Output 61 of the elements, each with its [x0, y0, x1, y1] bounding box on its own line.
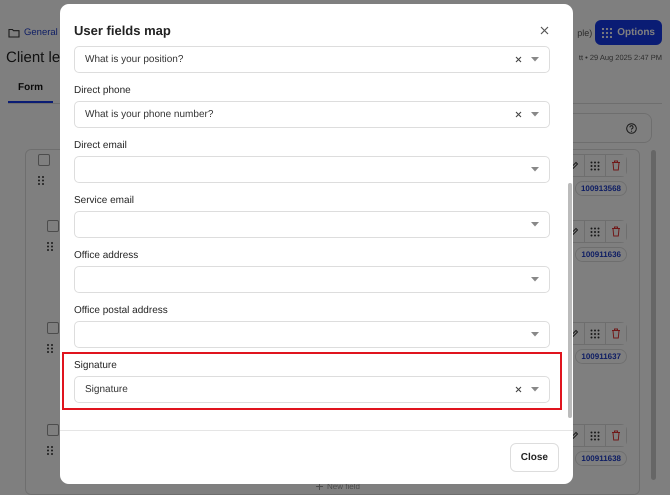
field-label: Direct email	[74, 140, 128, 151]
field-id-badge: 100913568	[574, 181, 627, 196]
select-field[interactable]	[74, 156, 550, 183]
delete-button[interactable]	[605, 425, 626, 446]
delete-button[interactable]	[605, 221, 626, 242]
select-field[interactable]	[74, 266, 550, 293]
drag-handle-icon[interactable]	[38, 176, 44, 185]
dropdown-caret-icon[interactable]	[531, 387, 539, 392]
drag-handle-icon[interactable]	[47, 344, 53, 353]
checkbox[interactable]	[38, 154, 50, 166]
dropdown-caret-icon[interactable]	[531, 57, 539, 62]
grid-icon	[590, 160, 600, 170]
close-icon[interactable]	[538, 24, 551, 36]
grid-icon	[590, 328, 600, 338]
dropdown-caret-icon[interactable]	[531, 277, 539, 282]
checkbox[interactable]	[47, 220, 59, 232]
trash-icon	[611, 430, 621, 441]
dropdown-caret-icon[interactable]	[531, 167, 539, 172]
drag-handle-icon[interactable]	[47, 242, 53, 251]
field-label: Office postal address	[74, 305, 169, 316]
dropdown-caret-icon[interactable]	[531, 112, 539, 117]
folder-icon	[8, 28, 20, 38]
clear-icon[interactable]	[515, 111, 522, 118]
page-scrollbar[interactable]	[651, 150, 656, 480]
dialog-title: User fields map	[74, 22, 171, 38]
field-label: Direct phone	[74, 85, 132, 96]
select-field[interactable]: Signature	[74, 376, 550, 403]
dropdown-caret-icon[interactable]	[531, 222, 539, 227]
drag-handle-icon[interactable]	[47, 446, 53, 455]
grid-icon	[590, 430, 600, 440]
grid-icon	[590, 226, 600, 236]
field-label: Office address	[74, 250, 140, 261]
grid-icon	[602, 28, 612, 38]
delete-button[interactable]	[605, 323, 626, 344]
field-id-badge: 100911638	[575, 451, 627, 466]
tab[interactable]: Form	[8, 78, 53, 103]
select-field[interactable]: What is your phone number?	[74, 101, 550, 128]
dropdown-caret-icon[interactable]	[531, 332, 539, 337]
options-button[interactable]: Options	[595, 20, 662, 45]
select-field[interactable]: What is your position?	[74, 46, 550, 73]
trash-icon	[611, 226, 621, 237]
field-id-badge: 100911637	[575, 349, 627, 364]
field-id-badge: 100911636	[575, 247, 627, 262]
clear-icon[interactable]	[515, 56, 522, 63]
page-title: Client le	[6, 49, 60, 66]
delete-button[interactable]	[605, 155, 626, 176]
help-icon	[626, 122, 637, 134]
plus-icon	[316, 483, 323, 490]
dialog-scrollbar[interactable]	[568, 183, 572, 418]
field-label: Signature	[74, 360, 118, 371]
clear-icon[interactable]	[515, 386, 522, 393]
breadcrumb-link[interactable]: General	[24, 27, 58, 38]
close-button[interactable]: Close	[510, 443, 559, 472]
field-label: Service email	[74, 195, 136, 206]
select-field[interactable]	[74, 321, 550, 348]
trash-icon	[611, 328, 621, 339]
checkbox[interactable]	[47, 424, 59, 436]
header-note: ple)	[577, 28, 592, 38]
select-field[interactable]	[74, 211, 550, 238]
trash-icon	[611, 160, 621, 171]
checkbox[interactable]	[47, 322, 59, 334]
